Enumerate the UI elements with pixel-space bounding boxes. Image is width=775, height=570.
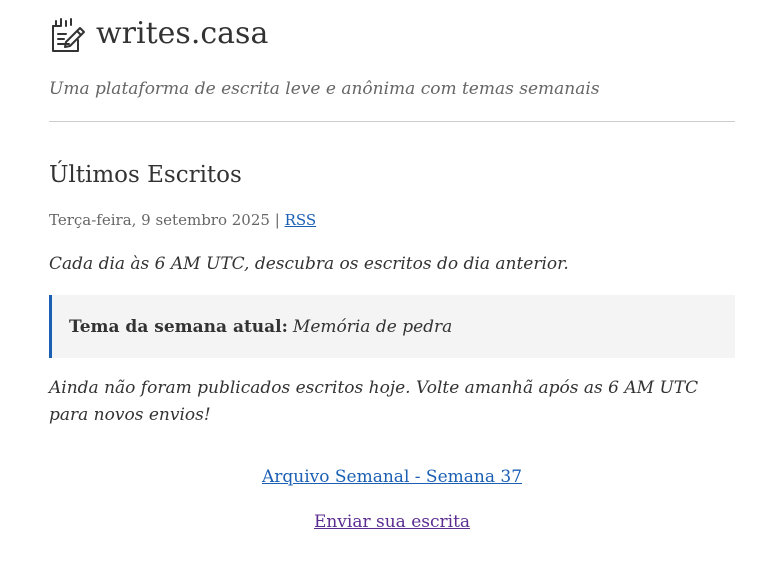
date-line: Terça-feira, 9 setembro 2025 | RSS — [49, 209, 316, 231]
site-title: writes.casa — [96, 16, 269, 51]
archive-link-row: Arquivo Semanal - Semana 37 — [49, 465, 735, 489]
rss-link[interactable]: RSS — [285, 211, 317, 229]
pencil-notepad-icon — [52, 18, 85, 52]
site-tagline: Uma plataforma de escrita leve e anônima… — [49, 79, 600, 99]
submit-writing-link[interactable]: Enviar sua escrita — [314, 512, 470, 532]
header-divider — [49, 121, 735, 122]
weekly-theme-box: Tema da semana atual: Memória de pedra — [49, 295, 735, 358]
submit-link-row: Enviar sua escrita — [49, 510, 735, 534]
page: writes.casa Uma plataforma de escrita le… — [0, 0, 775, 570]
weekly-archive-link[interactable]: Arquivo Semanal - Semana 37 — [262, 467, 522, 487]
current-date: Terça-feira, 9 setembro 2025 — [49, 211, 270, 229]
section-title: Últimos Escritos — [49, 162, 242, 188]
theme-label: Tema da semana atual: — [69, 316, 288, 337]
no-writings-notice: Ainda não foram publicados escritos hoje… — [49, 378, 699, 425]
theme-value: Memória de pedra — [292, 316, 453, 337]
intro-text: Cada dia às 6 AM UTC, descubra os escrit… — [49, 254, 569, 274]
site-header: writes.casa — [49, 14, 268, 54]
date-separator: | — [274, 211, 280, 229]
